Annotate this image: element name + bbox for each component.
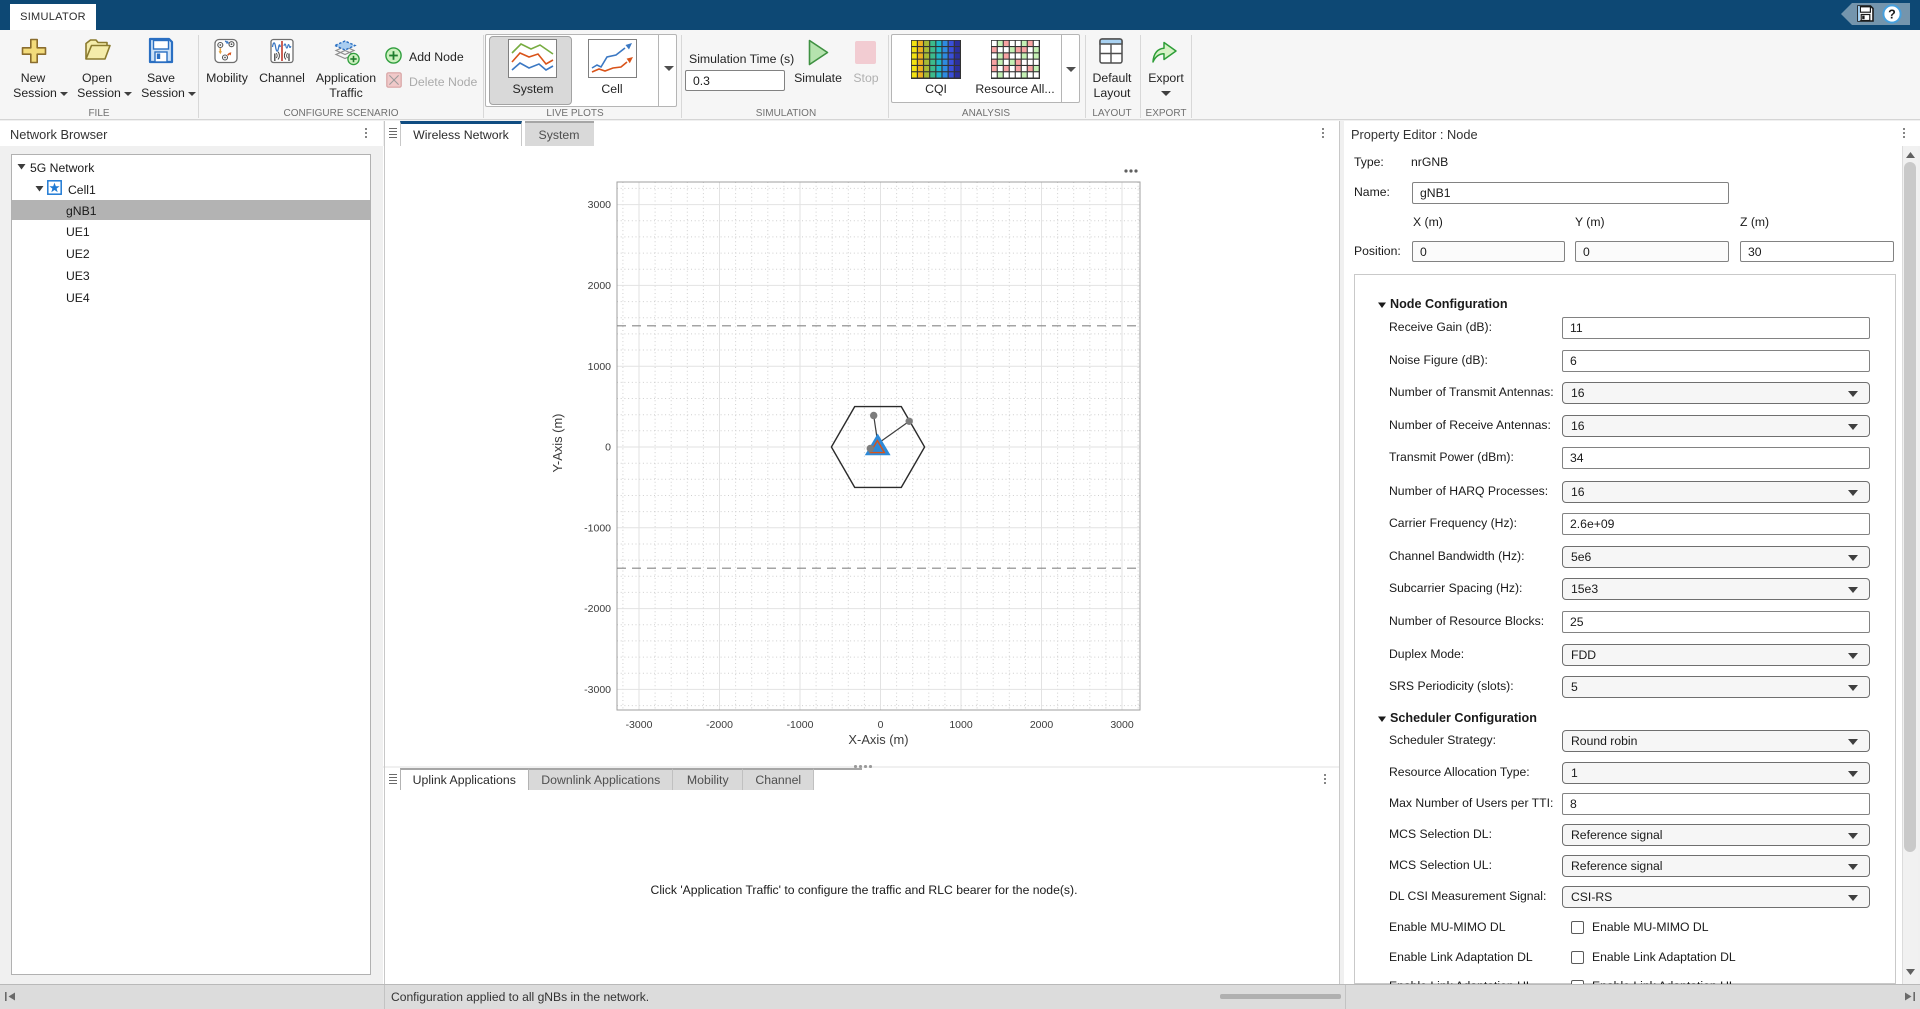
svg-text:-2000: -2000 (706, 719, 733, 731)
svg-text:-2000: -2000 (584, 603, 611, 615)
svg-text:1000: 1000 (949, 719, 973, 731)
svg-text:Y-Axis (m): Y-Axis (m) (550, 414, 565, 473)
svg-text:?: ? (1888, 7, 1896, 21)
svg-text:3000: 3000 (1110, 719, 1134, 731)
svg-text:3000: 3000 (588, 199, 612, 211)
svg-text:0: 0 (878, 719, 884, 731)
svg-text:-1000: -1000 (584, 522, 611, 534)
svg-text:1000: 1000 (588, 361, 612, 373)
svg-text:-1000: -1000 (787, 719, 814, 731)
svg-text:2000: 2000 (1030, 719, 1054, 731)
svg-text:X-Axis (m): X-Axis (m) (848, 732, 908, 747)
svg-text:0: 0 (605, 442, 611, 454)
svg-text:2000: 2000 (588, 280, 612, 292)
svg-text:-3000: -3000 (584, 684, 611, 696)
svg-text:-3000: -3000 (626, 719, 653, 731)
